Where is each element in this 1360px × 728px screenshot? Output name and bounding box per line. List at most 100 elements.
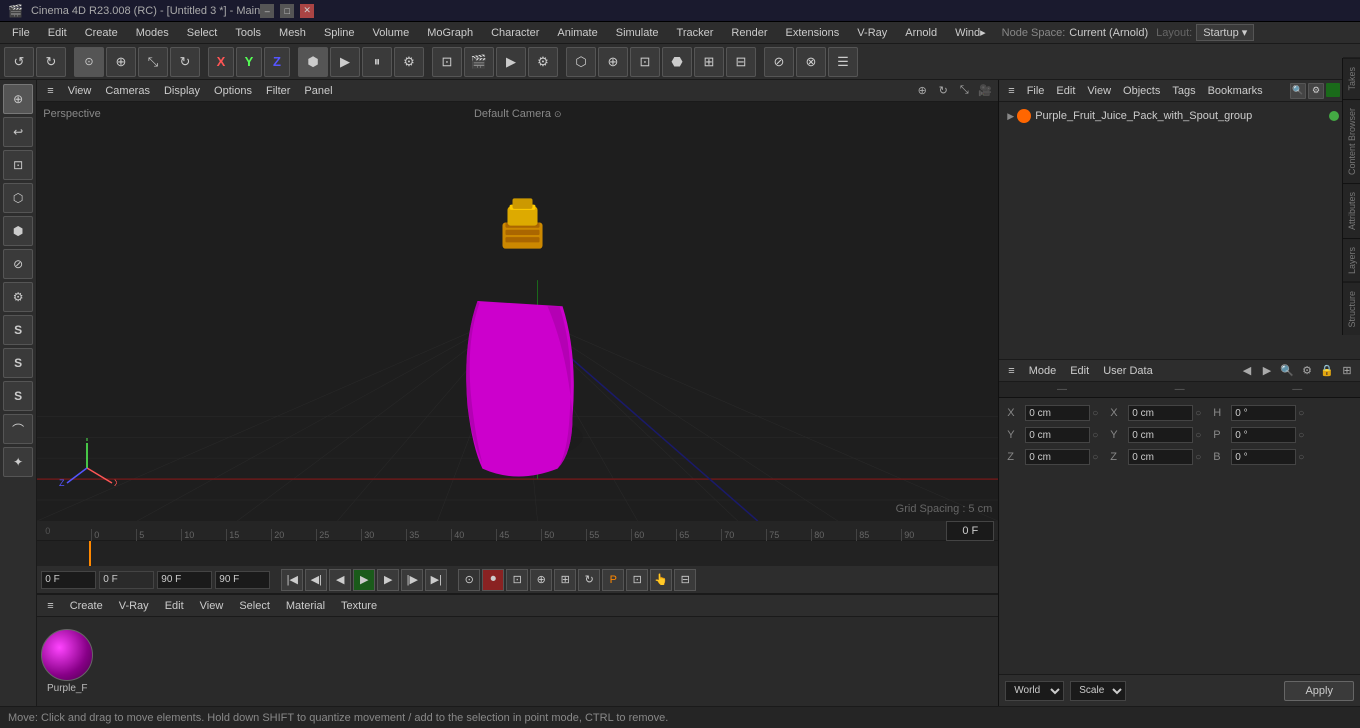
vp-menu-filter[interactable]: Filter — [260, 83, 296, 99]
attr-lock-icon[interactable]: 🔒 — [1318, 362, 1336, 380]
menu-edit[interactable]: Edit — [40, 25, 75, 41]
om-item-group[interactable]: ▶ Purple_Fruit_Juice_Pack_with_Spout_gro… — [1003, 106, 1356, 126]
scale-tool-button[interactable]: ⤡ — [138, 47, 168, 77]
coord-h[interactable] — [1231, 405, 1296, 421]
sky-button[interactable]: ⬣ — [662, 47, 692, 77]
render-end-input[interactable] — [215, 571, 270, 589]
vp-icon-move[interactable]: ⊕ — [913, 82, 931, 100]
extra-button[interactable]: ☰ — [828, 47, 858, 77]
apply-button[interactable]: Apply — [1284, 681, 1354, 701]
om-menu-view[interactable]: View — [1082, 83, 1116, 99]
om-menu-toggle[interactable]: ≡ — [1003, 83, 1019, 99]
go-to-start-button[interactable]: |◀ — [281, 569, 303, 591]
end-frame-input[interactable] — [157, 571, 212, 589]
material-swatch-purple[interactable]: Purple_F — [41, 629, 93, 694]
menu-character[interactable]: Character — [483, 25, 547, 41]
menu-tools[interactable]: Tools — [227, 25, 269, 41]
undo-button[interactable]: ↺ — [4, 47, 34, 77]
menu-render[interactable]: Render — [723, 25, 775, 41]
om-menu-edit[interactable]: Edit — [1051, 83, 1080, 99]
play-button[interactable]: ▶ — [353, 569, 375, 591]
mat-menu-edit[interactable]: Edit — [159, 598, 190, 614]
point-mode-button[interactable]: ▶ — [330, 47, 360, 77]
om-search-icon[interactable]: 🔍 — [1290, 83, 1306, 99]
prev-frame-button[interactable]: ◀ — [329, 569, 351, 591]
vp-icon-rotate[interactable]: ↻ — [934, 82, 952, 100]
maximize-button[interactable]: □ — [280, 4, 294, 18]
x-axis-button[interactable]: X — [208, 47, 234, 77]
attr-nav-left[interactable]: ◀ — [1238, 362, 1256, 380]
attr-menu-mode[interactable]: Mode — [1024, 363, 1062, 379]
attr-nav-right[interactable]: ▶ — [1258, 362, 1276, 380]
attr-search-icon[interactable]: 🔍 — [1278, 362, 1296, 380]
layout-selector[interactable]: Startup ▾ — [1196, 24, 1254, 41]
anim-mode-6[interactable]: ↻ — [578, 569, 600, 591]
display-button[interactable]: ⊘ — [764, 47, 794, 77]
mat-menu-material[interactable]: Material — [280, 598, 331, 614]
go-to-end-button[interactable]: ▶| — [425, 569, 447, 591]
anim-mode-4[interactable]: ⊕ — [530, 569, 552, 591]
menu-mesh[interactable]: Mesh — [271, 25, 314, 41]
anim-mode-7[interactable]: P — [602, 569, 624, 591]
coord-z-rot[interactable] — [1128, 449, 1193, 465]
coord-x-rot[interactable] — [1128, 405, 1193, 421]
vtab-attributes[interactable]: Attributes — [1343, 183, 1360, 238]
3d-viewport[interactable]: Perspective Default Camera ⊙ X Y Z — [37, 102, 998, 521]
snap-button[interactable]: ⊡ — [432, 47, 462, 77]
render-settings-button[interactable]: ⚙ — [528, 47, 558, 77]
timeline-track[interactable] — [37, 541, 998, 566]
lt-tool-star[interactable]: ✦ — [3, 447, 33, 477]
anim-mode-8[interactable]: ⊡ — [626, 569, 648, 591]
lt-tool-5[interactable]: ⬢ — [3, 216, 33, 246]
menu-simulate[interactable]: Simulate — [608, 25, 667, 41]
camera-button[interactable]: ⬡ — [566, 47, 596, 77]
y-axis-button[interactable]: Y — [236, 47, 262, 77]
anim-mode-1[interactable]: ⊙ — [458, 569, 480, 591]
viewport-settings-button[interactable]: ⊗ — [796, 47, 826, 77]
vp-menu-options[interactable]: Options — [208, 83, 258, 99]
current-frame-input[interactable] — [99, 571, 154, 589]
attr-expand-icon[interactable]: ⊞ — [1338, 362, 1356, 380]
bg-button[interactable]: ⊞ — [694, 47, 724, 77]
lt-tool-1[interactable]: ⊕ — [3, 84, 33, 114]
edge-mode-button[interactable]: ⏸ — [362, 47, 392, 77]
vp-icon-cam[interactable]: 🎥 — [976, 82, 994, 100]
menu-select[interactable]: Select — [179, 25, 226, 41]
coord-p[interactable] — [1231, 427, 1296, 443]
menu-tracker[interactable]: Tracker — [669, 25, 722, 41]
z-axis-button[interactable]: Z — [264, 47, 290, 77]
env-button[interactable]: ⊟ — [726, 47, 756, 77]
next-keyframe-button[interactable]: |▶ — [401, 569, 423, 591]
poly-mode-button[interactable]: ⚙ — [394, 47, 424, 77]
attr-filter-icon[interactable]: ⚙ — [1298, 362, 1316, 380]
next-frame-button[interactable]: ▶ — [377, 569, 399, 591]
om-menu-objects[interactable]: Objects — [1118, 83, 1165, 99]
lt-tool-2[interactable]: ↩ — [3, 117, 33, 147]
object-mode-button[interactable]: ⬢ — [298, 47, 328, 77]
om-filter-icon[interactable]: ⚙ — [1308, 83, 1324, 99]
lt-tool-6[interactable]: ⊘ — [3, 249, 33, 279]
vtab-takes[interactable]: Takes — [1343, 58, 1360, 99]
render-view-button[interactable]: 🎬 — [464, 47, 494, 77]
vp-menu-toggle[interactable]: ≡ — [41, 83, 59, 99]
rotate-tool-button[interactable]: ↻ — [170, 47, 200, 77]
vtab-layers[interactable]: Layers — [1343, 238, 1360, 282]
anim-mode-3[interactable]: ⊡ — [506, 569, 528, 591]
mat-menu-view[interactable]: View — [194, 598, 230, 614]
render-button[interactable]: ▶ — [496, 47, 526, 77]
menu-arnold[interactable]: Arnold — [897, 25, 945, 41]
attr-menu-toggle[interactable]: ≡ — [1003, 363, 1019, 379]
menu-window[interactable]: Wind▸ — [947, 24, 994, 41]
vp-menu-display[interactable]: Display — [158, 83, 206, 99]
attr-menu-edit[interactable]: Edit — [1065, 363, 1094, 379]
live-selection-button[interactable]: ⊙ — [74, 47, 104, 77]
om-menu-tags[interactable]: Tags — [1167, 83, 1200, 99]
floor-button[interactable]: ⊡ — [630, 47, 660, 77]
coord-space-select[interactable]: World Object — [1005, 681, 1064, 701]
vp-menu-view[interactable]: View — [62, 83, 98, 99]
coord-y-pos[interactable] — [1025, 427, 1090, 443]
om-menu-file[interactable]: File — [1022, 83, 1050, 99]
menu-modes[interactable]: Modes — [128, 25, 177, 41]
move-tool-button[interactable]: ⊕ — [106, 47, 136, 77]
coord-y-rot[interactable] — [1128, 427, 1193, 443]
